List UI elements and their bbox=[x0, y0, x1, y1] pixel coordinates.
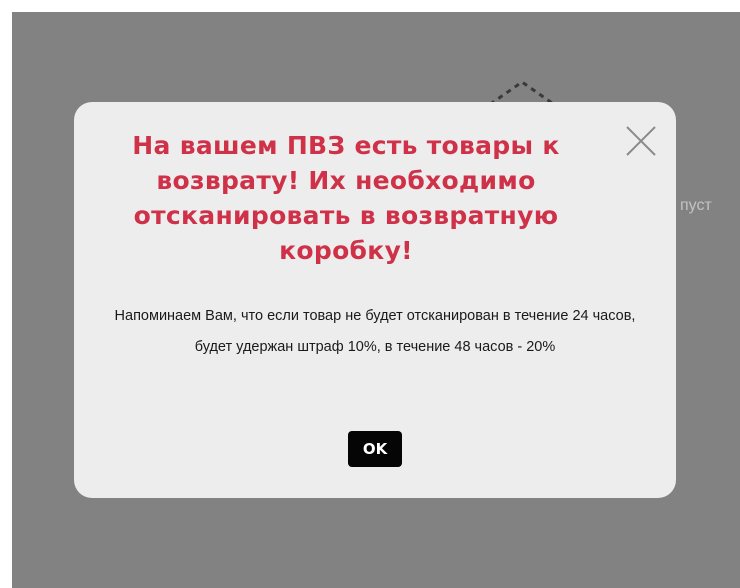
close-icon[interactable] bbox=[624, 124, 658, 158]
dialog-title: На вашем ПВЗ есть товары к возврату! Их … bbox=[132, 131, 560, 265]
background-partial-text: пуст bbox=[680, 197, 712, 214]
screen-overlay: пуст На вашем ПВЗ есть товары к возврату… bbox=[12, 12, 740, 588]
ok-button[interactable]: OK bbox=[348, 431, 402, 467]
return-alert-dialog: На вашем ПВЗ есть товары к возврату! Их … bbox=[74, 102, 676, 498]
dialog-message: Напоминаем Вам, что если товар не будет … bbox=[114, 308, 636, 355]
